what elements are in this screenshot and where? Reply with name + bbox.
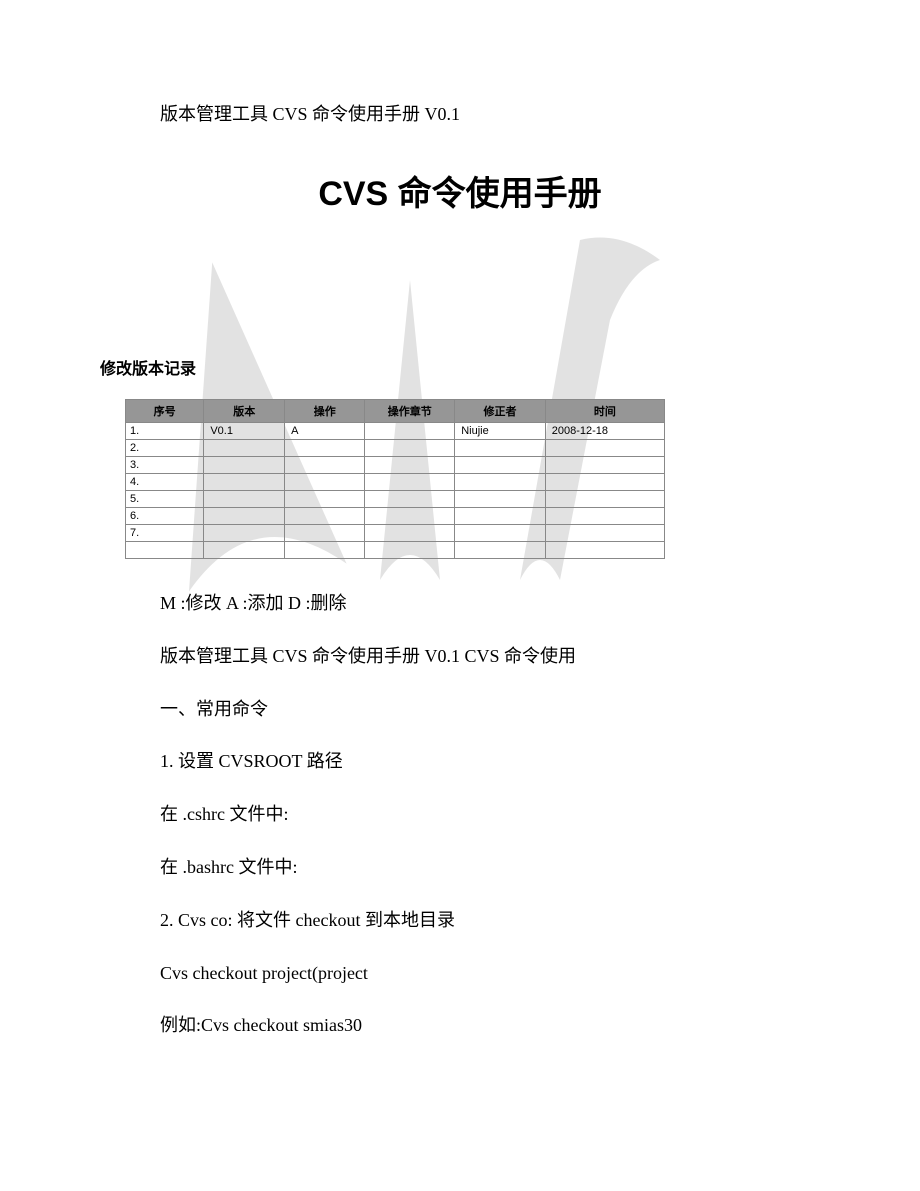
table-cell-sect [365, 457, 455, 474]
table-cell-idx [126, 542, 204, 559]
table-cell-ver [204, 440, 285, 457]
table-cell-auth [455, 542, 546, 559]
paragraph: Cvs checkout project(project [160, 959, 760, 988]
th-operation: 操作 [285, 400, 365, 423]
table-cell-op [285, 457, 365, 474]
table-cell-op: A [285, 423, 365, 440]
table-row: 2. [126, 440, 665, 457]
table-cell-sect [365, 508, 455, 525]
table-cell-idx: 1. [126, 423, 204, 440]
th-section: 操作章节 [365, 400, 455, 423]
paragraph: M :修改 A :添加 D :删除 [160, 589, 760, 618]
table-cell-time [545, 457, 664, 474]
table-cell-sect [365, 491, 455, 508]
th-index: 序号 [126, 400, 204, 423]
table-row: 7. [126, 525, 665, 542]
table-row: 5. [126, 491, 665, 508]
table-cell-op [285, 491, 365, 508]
table-row: 1.V0.1A Niujie2008-12-18 [126, 423, 665, 440]
table-cell-time [545, 491, 664, 508]
table-cell-time: 2008-12-18 [545, 423, 664, 440]
table-cell-ver [204, 525, 285, 542]
table-cell-auth [455, 440, 546, 457]
table-cell-auth [455, 474, 546, 491]
table-cell-time [545, 542, 664, 559]
table-cell-idx: 5. [126, 491, 204, 508]
main-title: CVS 命令使用手册 [318, 166, 601, 215]
table-cell-auth [455, 491, 546, 508]
table-cell-auth [455, 457, 546, 474]
paragraph: 版本管理工具 CVS 命令使用手册 V0.1 CVS 命令使用 [160, 642, 760, 671]
table-cell-auth [455, 508, 546, 525]
table-cell-ver [204, 457, 285, 474]
table-cell-sect [365, 423, 455, 440]
table-cell-auth [455, 525, 546, 542]
table-cell-ver [204, 508, 285, 525]
table-cell-idx: 3. [126, 457, 204, 474]
th-version: 版本 [204, 400, 285, 423]
table-row [126, 542, 665, 559]
table-cell-auth: Niujie [455, 423, 546, 440]
table-cell-op [285, 542, 365, 559]
paragraph: 一、常用命令 [160, 695, 760, 724]
paragraph: 例如:Cvs checkout smias30 [160, 1011, 760, 1040]
table-cell-ver: V0.1 [204, 423, 285, 440]
table-cell-sect [365, 440, 455, 457]
table-row: 6. [126, 508, 665, 525]
table-cell-ver [204, 491, 285, 508]
table-cell-ver [204, 474, 285, 491]
table-cell-sect [365, 525, 455, 542]
table-cell-idx: 4. [126, 474, 204, 491]
paragraph: 1. 设置 CVSROOT 路径 [160, 747, 760, 776]
doc-header: 版本管理工具 CVS 命令使用手册 V0.1 [160, 100, 760, 126]
table-cell-sect [365, 542, 455, 559]
table-cell-op [285, 474, 365, 491]
table-row: 3. [126, 457, 665, 474]
table-cell-op [285, 525, 365, 542]
table-header-row: 序号 版本 操作 操作章节 修正者 时间 [126, 400, 665, 423]
paragraph: 在 .cshrc 文件中: [160, 800, 760, 829]
table-cell-idx: 7. [126, 525, 204, 542]
table-cell-sect [365, 474, 455, 491]
revision-section-label: 修改版本记录 [100, 355, 760, 379]
paragraph: 在 .bashrc 文件中: [160, 853, 760, 882]
paragraph: 2. Cvs co: 将文件 checkout 到本地目录 [160, 906, 760, 935]
th-time: 时间 [545, 400, 664, 423]
table-row: 4. [126, 474, 665, 491]
table-cell-idx: 6. [126, 508, 204, 525]
table-cell-ver [204, 542, 285, 559]
revision-table: 序号 版本 操作 操作章节 修正者 时间 1.V0.1A Niujie2008-1… [125, 399, 665, 559]
th-author: 修正者 [455, 400, 546, 423]
table-cell-time [545, 440, 664, 457]
table-cell-idx: 2. [126, 440, 204, 457]
table-cell-time [545, 525, 664, 542]
table-cell-op [285, 440, 365, 457]
table-cell-time [545, 508, 664, 525]
table-cell-time [545, 474, 664, 491]
table-cell-op [285, 508, 365, 525]
